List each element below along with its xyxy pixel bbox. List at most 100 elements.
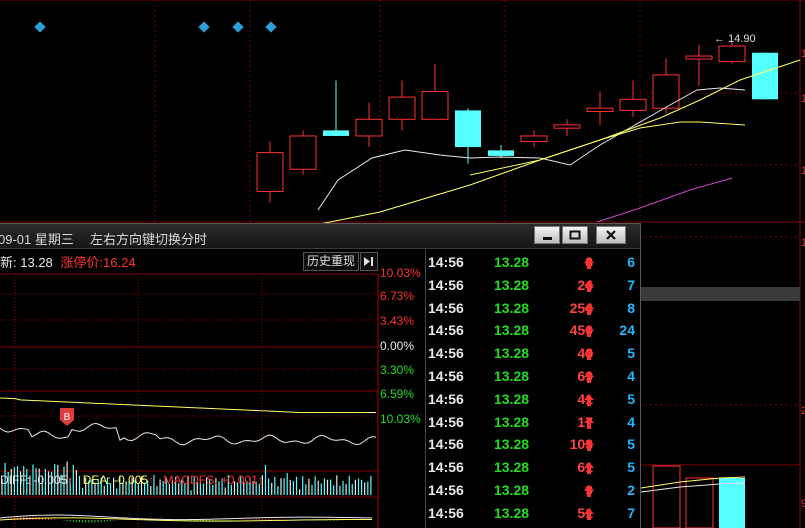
up-arrow-icon	[584, 325, 594, 338]
tick-time: 14:56	[428, 459, 464, 476]
latest-price-value: 13.28	[20, 255, 53, 270]
up-arrow-icon	[584, 393, 594, 406]
tick-time: 14:56	[428, 504, 464, 521]
lower-indicator-panel	[640, 465, 746, 528]
diamond-icon	[265, 21, 277, 33]
tick-row[interactable]: 14:5613.2886	[426, 254, 640, 276]
candle-body	[256, 152, 284, 192]
tick-count: 5	[627, 345, 635, 362]
tick-time: 14:56	[428, 322, 464, 339]
candle-body	[553, 124, 581, 129]
tick-count: 8	[627, 299, 635, 316]
percent-tick-label: 6.59%	[380, 387, 415, 401]
up-arrow-icon	[584, 371, 594, 383]
tick-row[interactable]: 14:5613.2892	[426, 482, 640, 504]
tick-count: 6	[627, 254, 635, 270]
tick-row[interactable]: 14:5613.28174	[426, 413, 640, 436]
macdfs-arrow-icon: ↑	[257, 473, 264, 487]
tick-time: 14:56	[428, 413, 464, 430]
up-arrow-icon	[584, 257, 594, 269]
history-next-button[interactable]	[360, 252, 378, 271]
diff-label: DIFF:	[0, 473, 30, 487]
tick-time: 14:56	[428, 254, 464, 270]
tick-row[interactable]: 14:5613.28485	[426, 345, 640, 367]
dea-value: -0.005	[114, 473, 149, 487]
percent-tick-label: 6.73%	[380, 289, 415, 303]
tick-price: 13.28	[494, 345, 530, 362]
history-replay-button[interactable]: 历史重现	[303, 252, 359, 271]
close-button[interactable]	[596, 226, 626, 244]
tick-price: 13.28	[494, 254, 530, 270]
volume-bar	[719, 478, 745, 528]
tick-row[interactable]: 14:5613.28247	[426, 276, 640, 299]
percent-tick-label: 10.03%	[380, 266, 421, 280]
diamond-icon	[198, 21, 210, 33]
diamond-icon	[34, 21, 46, 33]
candle-body	[388, 96, 416, 120]
percent-tick-label: 0.00%	[380, 339, 415, 353]
limit-up-value: 16.24	[103, 255, 136, 270]
maximize-icon	[569, 230, 581, 240]
tick-time: 14:56	[428, 276, 464, 293]
tick-price: 13.28	[494, 276, 530, 293]
intraday-price-lines	[0, 397, 377, 446]
diamond-icon	[232, 21, 244, 33]
axis-tick-label: 1	[801, 237, 805, 249]
percent-tick-label: 3.30%	[380, 363, 415, 377]
candle-body	[421, 91, 449, 120]
axis-tick-label: 2	[801, 405, 805, 417]
volume-bar	[652, 465, 681, 528]
macdfs-label: MACDFS:	[163, 473, 218, 487]
up-arrow-icon	[584, 507, 594, 520]
candle-body	[355, 118, 383, 137]
axis-tick-label: 1	[801, 165, 805, 177]
up-arrow-icon	[584, 485, 594, 497]
latest-price-label: 新:	[0, 255, 17, 270]
candle-body	[289, 135, 317, 170]
ma20-line	[469, 121, 746, 176]
tick-time: 14:56	[428, 482, 464, 498]
intraday-macd	[0, 514, 373, 523]
tick-time: 14:56	[428, 345, 464, 362]
tick-list[interactable]: 14:5613.288614:5613.2824714:5613.2825481…	[425, 250, 640, 528]
minimize-button[interactable]	[534, 226, 560, 244]
percent-tick-label: 10.03%	[380, 412, 421, 426]
axis-tick-label: 1	[801, 93, 805, 105]
tick-row[interactable]: 14:5613.28615	[426, 459, 640, 481]
popup-hint: 左右方向键切换分时	[90, 232, 208, 247]
buy-marker[interactable]: B	[60, 408, 74, 426]
tick-count: 2	[627, 482, 635, 498]
tick-row[interactable]: 14:56 13.28 254 8	[426, 299, 640, 322]
up-arrow-icon	[584, 279, 594, 292]
tick-row[interactable]: 14:5613.28415	[426, 390, 640, 413]
tick-count: 5	[627, 436, 635, 453]
tick-price: 13.28	[494, 436, 530, 453]
candle-body	[323, 130, 349, 136]
up-arrow-icon	[584, 302, 594, 315]
moving-average-lines	[299, 59, 801, 229]
tick-count: 7	[627, 504, 635, 521]
high-price-label: ← 14.90	[714, 33, 756, 45]
limit-up-label: 涨停价:	[60, 255, 104, 270]
price-line	[0, 422, 377, 446]
popup-title-bar[interactable]: 09-01 星期三 左右方向键切换分时	[0, 224, 640, 249]
tick-row[interactable]: 14:56 13.28 103 5	[426, 436, 640, 458]
maximize-button[interactable]	[562, 226, 588, 244]
dea-label: DEA:	[82, 473, 111, 487]
intraday-popup-window[interactable]: 09-01 星期三 左右方向键切换分时 B 新: 13.28 涨停价:16.24…	[0, 223, 641, 528]
diff-line	[0, 514, 373, 521]
percent-tick-label: 3.43%	[380, 314, 415, 328]
axis-tick-label: 9	[801, 498, 805, 510]
up-arrow-icon	[584, 439, 594, 452]
diff-value: -0.005	[33, 473, 68, 487]
avg-price-line	[0, 397, 376, 413]
tick-row[interactable]: 14:5613.28517	[426, 504, 640, 527]
tick-price: 13.28	[494, 390, 530, 407]
tick-row[interactable]: 14:5613.28694	[426, 368, 640, 390]
close-icon	[606, 230, 616, 240]
tick-time: 14:56	[428, 390, 464, 407]
tick-price: 13.28	[494, 504, 530, 521]
intraday-info-bar: 新: 13.28 涨停价:16.24	[0, 252, 136, 272]
skip-forward-icon	[364, 257, 373, 266]
tick-row[interactable]: 14:56 13.28 450 24	[426, 322, 640, 344]
